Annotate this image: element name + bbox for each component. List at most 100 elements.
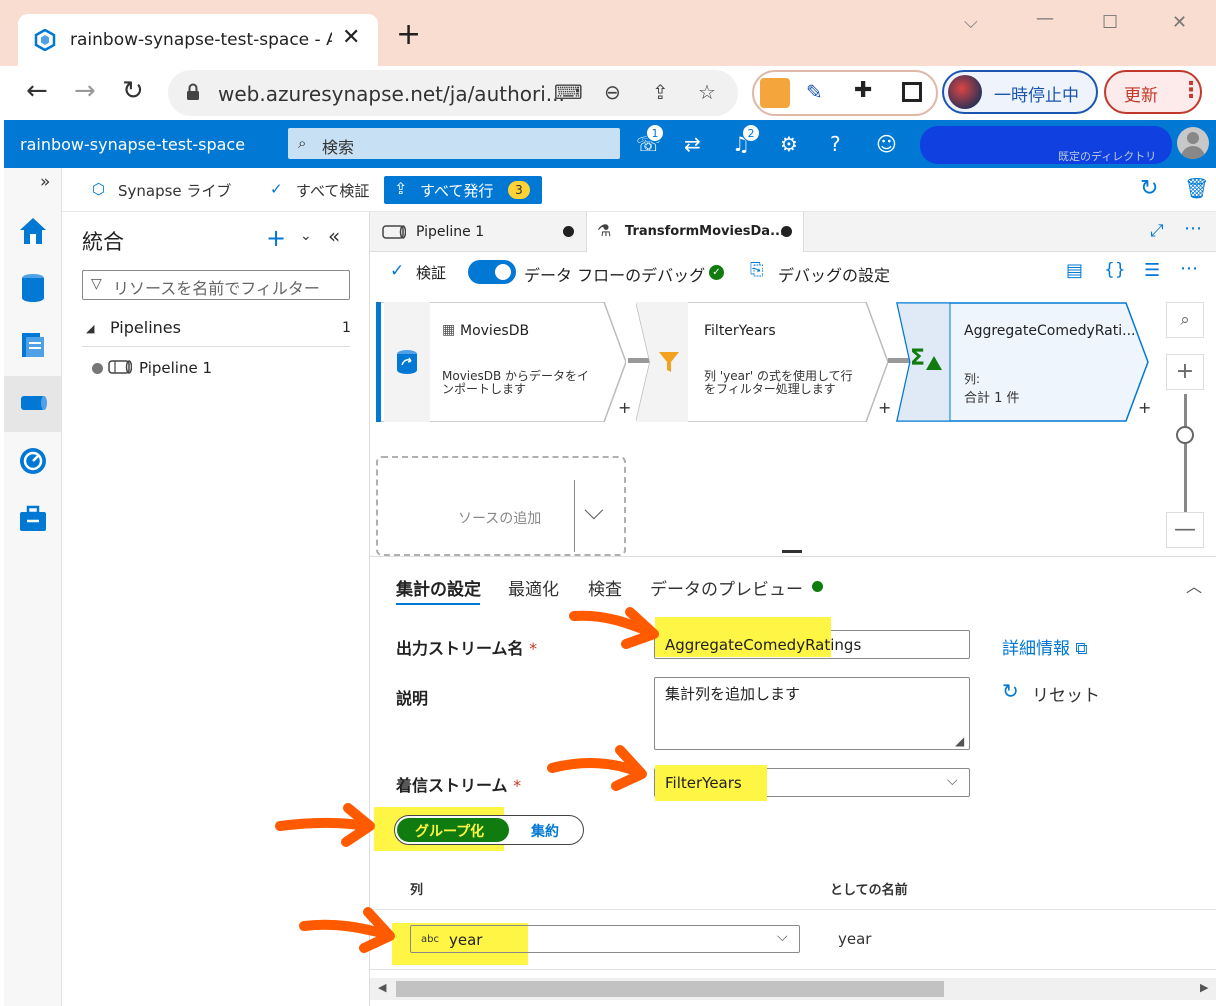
add-transform-plus-icon[interactable]: + bbox=[618, 398, 631, 417]
manage-toolbox-icon[interactable] bbox=[18, 504, 48, 534]
profile-button[interactable]: 一時停止中 bbox=[942, 70, 1098, 114]
validate-all-button[interactable]: すべて検証 bbox=[296, 180, 369, 201]
add-transform-plus-icon[interactable]: + bbox=[1138, 398, 1151, 417]
user-avatar[interactable] bbox=[1177, 127, 1209, 159]
discard-all-icon[interactable]: 🗑 bbox=[1184, 176, 1209, 200]
horizontal-scrollbar[interactable]: ◀ ▶ bbox=[370, 978, 1216, 1000]
more-icon[interactable]: ⋯ bbox=[1184, 218, 1202, 239]
close-tab-icon[interactable]: ✕ bbox=[342, 25, 360, 50]
publish-all-button[interactable]: ⇪ すべて発行 3 bbox=[384, 176, 542, 204]
minimize-icon[interactable]: — bbox=[1036, 8, 1054, 29]
tab-search-icon[interactable]: ⌵ bbox=[964, 12, 978, 33]
validate-check-icon: ✓ bbox=[390, 261, 405, 281]
integrate-title: 統合 bbox=[82, 230, 124, 254]
puzzle-extensions-icon[interactable]: ✚ bbox=[854, 78, 872, 103]
monitor-gauge-icon[interactable] bbox=[18, 446, 48, 476]
integrate-pipeline-icon[interactable] bbox=[18, 388, 48, 418]
panel-resize-handle[interactable] bbox=[782, 550, 802, 553]
output-stream-input[interactable]: AggregateComedyRatings bbox=[654, 617, 970, 659]
table-divider bbox=[370, 969, 1216, 970]
collapse-panel-icon[interactable]: ︿ bbox=[1186, 573, 1202, 597]
lock-icon[interactable] bbox=[186, 83, 200, 101]
home-icon[interactable] bbox=[18, 216, 48, 246]
more-icon[interactable]: ⋯ bbox=[1180, 258, 1198, 279]
collapse-pane-icon[interactable]: « bbox=[328, 224, 340, 248]
tree-expand-icon[interactable]: ◢ bbox=[86, 322, 94, 335]
scroll-left-icon[interactable]: ◀ bbox=[378, 981, 386, 994]
workspace-name[interactable]: rainbow-synapse-test-space bbox=[20, 135, 245, 154]
tab-transform-dataflow[interactable]: ⚗ TransformMoviesDa... bbox=[586, 212, 804, 252]
node-moviesdb[interactable]: ▦ MoviesDB MoviesDB からデータをインポートします bbox=[376, 302, 626, 422]
script-icon[interactable]: ▤ bbox=[1066, 260, 1083, 281]
pipelines-section[interactable]: Pipelines bbox=[110, 318, 181, 337]
properties-icon[interactable]: ☰ bbox=[1144, 260, 1160, 281]
debug-toggle[interactable] bbox=[468, 260, 516, 284]
data-database-icon[interactable] bbox=[18, 272, 48, 302]
scroll-thumb[interactable] bbox=[396, 981, 944, 997]
more-vert-icon[interactable]: ⋮ bbox=[1180, 78, 1202, 103]
expand-collapse-icon[interactable]: ⌄ bbox=[300, 228, 312, 244]
develop-document-icon[interactable] bbox=[18, 330, 48, 360]
reset-button[interactable]: リセット bbox=[1032, 681, 1100, 706]
tab-data-preview[interactable]: データのプレビュー bbox=[650, 575, 803, 600]
resize-grip-icon[interactable]: ◢ bbox=[955, 734, 964, 748]
browser-tab[interactable]: rainbow-synapse-test-space - Az ✕ bbox=[18, 14, 378, 66]
chevron-down-icon[interactable]: ⌵ bbox=[584, 496, 604, 527]
output-stream-label: 出力ストリーム名 * bbox=[396, 639, 538, 658]
account-directory-text: 既定のディレクトリ bbox=[1058, 150, 1157, 163]
maximize-editor-icon[interactable]: ⤢ bbox=[1150, 221, 1164, 241]
bookmark-star-icon[interactable]: ☆ bbox=[698, 80, 716, 104]
zoom-slider-handle[interactable] bbox=[1176, 426, 1194, 444]
back-icon[interactable]: ← bbox=[26, 78, 48, 104]
feedback-person-icon[interactable]: ☺ bbox=[876, 132, 897, 156]
tab-optimize[interactable]: 最適化 bbox=[508, 575, 559, 600]
global-search-input[interactable]: ⌕ 検索 bbox=[288, 128, 620, 159]
add-resource-icon[interactable]: + bbox=[266, 224, 286, 252]
details-link[interactable]: 詳細情報 ⧉ bbox=[1002, 634, 1088, 659]
node-filteryears[interactable]: FilterYears 列 'year' の式を使用して行をフィルター処理します bbox=[636, 302, 888, 422]
tab-pipeline-1[interactable]: Pipeline 1 bbox=[370, 212, 586, 252]
zoom-icon[interactable]: ⊖ bbox=[604, 80, 621, 104]
forward-icon[interactable]: → bbox=[74, 78, 96, 104]
zoom-search-icon[interactable]: ⌕ bbox=[1166, 302, 1204, 338]
node-description: 合計 1 件 bbox=[964, 391, 1020, 406]
description-textarea[interactable]: 集計列を追加します ◢ bbox=[654, 677, 970, 750]
zoom-out-icon[interactable]: — bbox=[1166, 512, 1204, 548]
settings-gear-icon[interactable]: ⚙ bbox=[780, 132, 798, 156]
translate-icon[interactable]: ⌨ bbox=[554, 80, 583, 104]
zoom-in-icon[interactable]: + bbox=[1166, 354, 1204, 390]
help-icon[interactable]: ? bbox=[830, 132, 841, 156]
update-button[interactable]: 更新 ⋮ bbox=[1104, 70, 1202, 114]
alias-value[interactable]: year bbox=[838, 930, 871, 948]
resource-filter-input[interactable]: ▽ リソースを名前でフィルター bbox=[82, 270, 350, 300]
reload-icon[interactable]: ↻ bbox=[122, 78, 144, 104]
account-redacted[interactable]: 既定のディレクトリ bbox=[920, 126, 1172, 164]
expand-rail-icon[interactable]: » bbox=[40, 172, 50, 192]
address-bar[interactable]: web.azuresynapse.net/ja/authori... ⌨ ⊖ ⇪… bbox=[168, 70, 738, 116]
validate-button[interactable]: 検証 bbox=[416, 262, 446, 283]
scroll-right-icon[interactable]: ▶ bbox=[1200, 981, 1208, 994]
node-aggregate[interactable]: Σ AggregateComedyRati... 列: 合計 1 件 bbox=[896, 302, 1150, 422]
node-desc-label: 列: bbox=[964, 372, 981, 386]
debug-settings-button[interactable]: デバッグの設定 bbox=[778, 262, 890, 286]
tab-aggregate-settings[interactable]: 集計の設定 bbox=[396, 575, 481, 600]
aggregate-toggle[interactable]: 集約 bbox=[531, 821, 559, 841]
code-braces-icon[interactable]: {} bbox=[1104, 260, 1126, 280]
smartsurf-extension-icon[interactable] bbox=[760, 78, 790, 108]
add-transform-plus-icon[interactable]: + bbox=[878, 398, 891, 417]
close-window-icon[interactable]: ✕ bbox=[1172, 12, 1187, 33]
maximize-icon[interactable]: ☐ bbox=[1102, 12, 1118, 33]
new-tab-icon[interactable]: + bbox=[396, 20, 421, 50]
add-source-box[interactable]: ソースの追加 ⌵ bbox=[376, 456, 626, 556]
share-icon[interactable]: ⇪ bbox=[652, 80, 669, 104]
pipeline-item[interactable]: Pipeline 1 bbox=[82, 354, 350, 384]
tab-inspect[interactable]: 検査 bbox=[588, 575, 622, 600]
incoming-stream-select[interactable]: FilterYears ⌵ bbox=[654, 765, 970, 801]
refresh-icon[interactable]: ↻ bbox=[1140, 176, 1158, 201]
groupby-toggle[interactable]: グループ化 bbox=[397, 818, 509, 842]
notes-extension-icon[interactable]: ✎ bbox=[806, 80, 823, 104]
switch-directory-icon[interactable]: ⇄ bbox=[684, 132, 701, 156]
synapse-live-dropdown[interactable]: Synapse ライブ bbox=[118, 180, 231, 201]
sidepanel-icon[interactable] bbox=[902, 82, 922, 102]
groupby-column-select[interactable]: abc year ⌵ bbox=[410, 925, 800, 953]
